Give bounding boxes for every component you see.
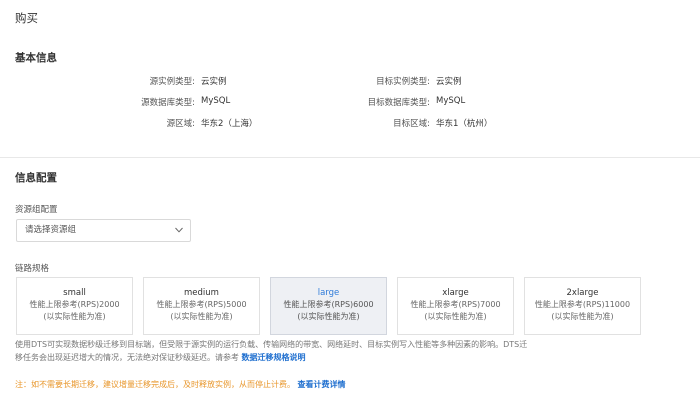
spec-card-xlarge[interactable]: xlarge 性能上限参考(RPS)7000 (以实际性能为准) [397,277,514,335]
spec-card-medium[interactable]: medium 性能上限参考(RPS)5000 (以实际性能为准) [143,277,260,335]
target-instance-type-value: 云实例 [436,77,462,87]
spec-note: (以实际性能为准) [43,312,106,321]
spec-name: xlarge [442,288,469,298]
chevron-down-icon [175,227,183,233]
target-region-value: 华东1（杭州） [436,119,493,129]
spec-rps: 性能上限参考(RPS)11000 [534,300,631,309]
spec-note: (以实际性能为准) [297,312,360,321]
spec-name: medium [184,288,219,298]
spec-doc-link[interactable]: 数据迁移规格说明 [242,353,306,362]
page-title: 购买 [15,11,38,25]
target-db-type-value: MySQL [436,96,466,106]
resource-group-select[interactable]: 请选择资源组 [16,219,191,242]
target-instance-type-label: 目标实例类型: [376,77,430,87]
spec-rps: 性能上限参考(RPS)6000 [283,300,374,309]
billing-note: 注：如不需要长期迁移，建议增量迁移完成后，及时释放实例，从而停止计费。 查看计费… [15,379,346,390]
spec-description: 使用DTS可实现数据秒级迁移到目标端，但受限于源实例的运行负载、传输网络的带宽、… [15,339,530,364]
spec-rps: 性能上限参考(RPS)5000 [156,300,247,309]
spec-rps: 性能上限参考(RPS)2000 [29,300,120,309]
spec-note: (以实际性能为准) [170,312,233,321]
source-db-type-label: 源数据库类型: [141,98,195,108]
spec-card-small[interactable]: small 性能上限参考(RPS)2000 (以实际性能为准) [16,277,133,335]
source-db-type-value: MySQL [201,96,231,106]
target-region-label: 目标区域: [393,119,430,129]
target-db-type-label: 目标数据库类型: [367,98,430,108]
spec-name: small [63,288,86,298]
resource-group-placeholder: 请选择资源组 [25,225,77,235]
source-region-label: 源区域: [166,119,195,129]
source-instance-type-label: 源实例类型: [149,77,195,87]
spec-name: 2xlarge [566,288,599,298]
section-divider [0,157,700,158]
spec-label: 链路规格 [15,264,50,274]
source-region-value: 华东2（上海） [201,119,258,129]
spec-note: (以实际性能为准) [551,312,614,321]
spec-note: (以实际性能为准) [424,312,487,321]
billing-note-text: 注：如不需要长期迁移，建议增量迁移完成后，及时释放实例，从而停止计费。 [15,380,295,389]
spec-card-2xlarge[interactable]: 2xlarge 性能上限参考(RPS)11000 (以实际性能为准) [524,277,641,335]
spec-rps: 性能上限参考(RPS)7000 [410,300,501,309]
billing-detail-link[interactable]: 查看计费详情 [298,380,346,389]
section-title-config: 信息配置 [15,172,57,184]
section-title-basic-info: 基本信息 [15,52,57,64]
source-instance-type-value: 云实例 [201,77,227,87]
spec-name: large [317,288,340,298]
resource-group-label: 资源组配置 [15,205,58,215]
spec-card-large[interactable]: large 性能上限参考(RPS)6000 (以实际性能为准) [270,277,387,335]
